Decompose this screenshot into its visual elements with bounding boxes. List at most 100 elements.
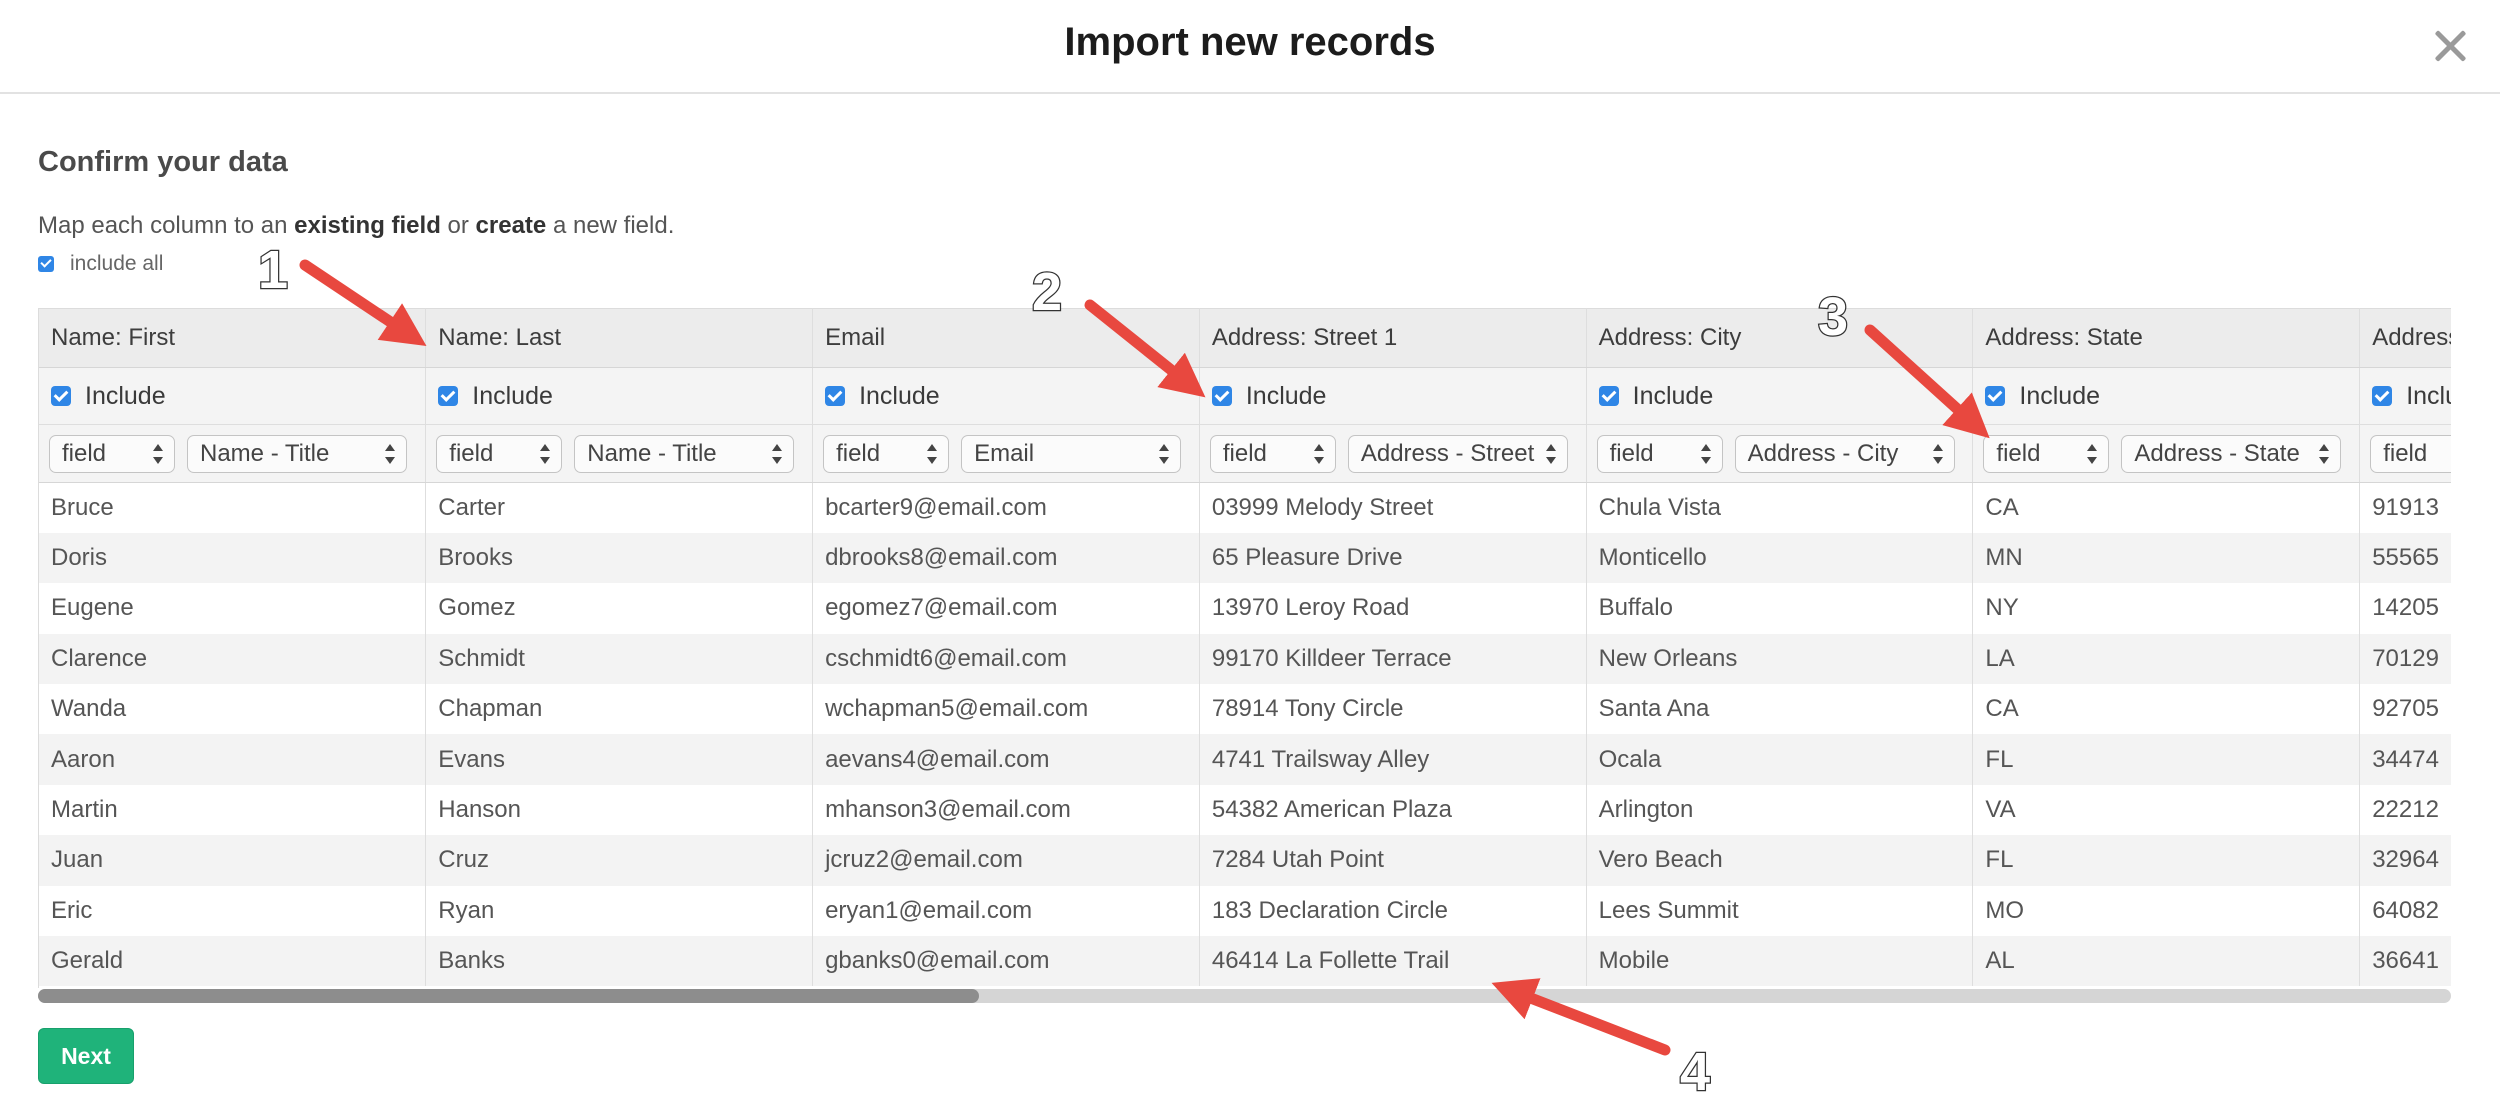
mapping-controls: fieldAddress - Zip bbox=[2370, 434, 2451, 473]
table-row: Bruce Carter bcarter9@email.com 03999 Melod… bbox=[39, 482, 2451, 533]
table-row: Aaron Evans aevans4@email.com 4741 Trailswa… bbox=[39, 734, 2451, 785]
section-title: Confirm your data bbox=[38, 146, 288, 178]
table-cell: 03999 Melody Street bbox=[1199, 482, 1587, 533]
table-cell: Mobile bbox=[1586, 936, 1974, 987]
mapping-target-select[interactable]: Email bbox=[961, 434, 1182, 473]
table-row: Clarence Schmidt cschmidt6@email.com 99170 … bbox=[39, 633, 2451, 685]
include-checkbox[interactable] bbox=[51, 386, 71, 406]
include-label: Include bbox=[2019, 381, 2101, 410]
table-row: Doris Brooks dbrooks8@email.com 65 Pleasure… bbox=[39, 532, 2451, 584]
table-cell: Doris bbox=[39, 532, 427, 584]
table-cell: CA bbox=[1972, 684, 2361, 735]
column-header: Name: First bbox=[39, 308, 427, 368]
table-cell: Bruce bbox=[39, 482, 427, 533]
include-all-checkbox[interactable] bbox=[38, 256, 54, 272]
mapping-cell: fieldAddress - Zip bbox=[2359, 424, 2451, 483]
table-cell: aevans4@email.com bbox=[812, 734, 1200, 785]
include-checkbox[interactable] bbox=[825, 386, 846, 406]
mapping-type-select[interactable]: field bbox=[1596, 434, 1723, 473]
table-cell: 64082 bbox=[2359, 885, 2451, 937]
table-cell: Wanda bbox=[39, 684, 427, 735]
table-cell: MO bbox=[1972, 885, 2361, 937]
include-checkbox[interactable] bbox=[1985, 386, 2006, 406]
table-cell: 91913 bbox=[2359, 482, 2451, 533]
table-cell: Juan bbox=[39, 835, 427, 886]
include-checkbox[interactable] bbox=[438, 386, 459, 406]
column-header: Address: Zip bbox=[2359, 308, 2451, 368]
table-cell: NY bbox=[1972, 583, 2361, 634]
instructions-middle: or bbox=[440, 212, 476, 239]
mapping-controls: field Address - City bbox=[1596, 434, 1972, 473]
horizontal-scrollbar[interactable] bbox=[38, 989, 2451, 1003]
mapping-type-select[interactable]: field bbox=[1209, 434, 1336, 473]
table-row: Wanda Chapman wchapman5@email.com 78914 Ton… bbox=[39, 684, 2451, 735]
include-toggle[interactable]: Include bbox=[1985, 381, 2358, 411]
instructions-prefix: Map each column to an bbox=[38, 212, 295, 239]
include-cell: Include bbox=[1586, 367, 1974, 425]
mapping-target-select[interactable]: Address - City bbox=[1734, 434, 1955, 473]
include-checkbox[interactable] bbox=[2372, 386, 2393, 406]
table-row: Eugene Gomez egomez7@email.com 13970 Leroy … bbox=[39, 583, 2451, 634]
table-cell: eryan1@email.com bbox=[812, 885, 1200, 937]
table-cell: gbanks0@email.com bbox=[812, 936, 1200, 987]
mapping-controls: field Address - Street bbox=[1209, 434, 1585, 473]
mapping-controls: field Name - Title bbox=[436, 434, 811, 473]
table-cell: 14205 bbox=[2359, 583, 2451, 634]
mapping-target-select[interactable]: Address - Street bbox=[1347, 434, 1568, 473]
mapping-row: field Name - Title field Name - Title field E… bbox=[39, 424, 2451, 483]
include-toggle[interactable]: Include bbox=[1211, 381, 1585, 411]
include-all-label: include all bbox=[70, 252, 164, 275]
instructions-create: create bbox=[475, 212, 547, 239]
include-toggle[interactable]: Include bbox=[825, 382, 1198, 411]
include-toggle[interactable]: Include bbox=[2372, 382, 2451, 411]
include-row: Include Include Include Include Include Inclu… bbox=[39, 367, 2451, 425]
table-cell: Brooks bbox=[425, 532, 814, 584]
mapping-type-select[interactable]: field bbox=[436, 434, 563, 473]
column-header: Address: City bbox=[1586, 308, 1974, 368]
close-icon[interactable] bbox=[2426, 22, 2474, 70]
table-cell: 65 Pleasure Drive bbox=[1199, 532, 1587, 584]
mapping-controls: field Address - State bbox=[1983, 434, 2358, 473]
table-cell: jcruz2@email.com bbox=[812, 835, 1200, 886]
include-toggle[interactable]: Include bbox=[438, 382, 811, 411]
column-header: Name: Last bbox=[425, 308, 814, 368]
mapping-type-select[interactable]: field bbox=[49, 434, 175, 473]
header-row: Name: First Name: Last Email Address: Stree… bbox=[39, 308, 2451, 368]
include-all-toggle[interactable]: include all bbox=[38, 252, 163, 276]
mapping-cell: field Email bbox=[812, 424, 1200, 483]
mapping-type-select[interactable]: field bbox=[2370, 434, 2451, 473]
include-checkbox[interactable] bbox=[1211, 386, 1232, 406]
mapping-cell: field Address - Street bbox=[1199, 424, 1587, 483]
table-cell: Evans bbox=[425, 734, 814, 785]
mapping-type-select[interactable]: field bbox=[823, 434, 950, 473]
column-header: Email bbox=[812, 308, 1200, 368]
table-cell: 78914 Tony Circle bbox=[1199, 684, 1587, 735]
table-cell: 183 Declaration Circle bbox=[1199, 885, 1587, 937]
mapping-target-select[interactable]: Name - Title bbox=[187, 434, 407, 473]
include-cell: Include bbox=[1199, 367, 1587, 425]
table-cell: cschmidt6@email.com bbox=[812, 633, 1200, 685]
table-cell: Eric bbox=[39, 885, 427, 937]
annotation-4: 4 bbox=[1491, 978, 1711, 1103]
instructions-suffix: a new field. bbox=[546, 212, 675, 239]
table-cell: 70129 bbox=[2359, 633, 2451, 685]
column-header: Address: State bbox=[1972, 308, 2361, 368]
table-cell: AL bbox=[1972, 936, 2361, 987]
include-checkbox[interactable] bbox=[1598, 386, 1619, 406]
include-toggle[interactable]: Include bbox=[51, 382, 425, 411]
table-cell: Carter bbox=[425, 482, 814, 533]
next-button[interactable]: Next bbox=[38, 1028, 134, 1084]
data-table: Name: First Name: Last Email Address: Stree… bbox=[39, 308, 2451, 987]
mapping-target-select[interactable]: Address - State bbox=[2121, 434, 2342, 473]
include-label: Include bbox=[85, 381, 166, 410]
table-cell: Gomez bbox=[425, 583, 814, 634]
include-label: Include bbox=[1245, 381, 1327, 410]
mapping-type-select[interactable]: field bbox=[1983, 434, 2110, 473]
mapping-target-select[interactable]: Name - Title bbox=[574, 434, 795, 473]
table-cell: 99170 Killdeer Terrace bbox=[1199, 633, 1587, 685]
table-cell: Cruz bbox=[425, 835, 814, 886]
include-toggle[interactable]: Include bbox=[1598, 382, 1972, 411]
table-cell: Chapman bbox=[425, 684, 814, 735]
include-label: Include bbox=[2406, 381, 2451, 410]
scrollbar-thumb[interactable] bbox=[38, 989, 980, 1003]
